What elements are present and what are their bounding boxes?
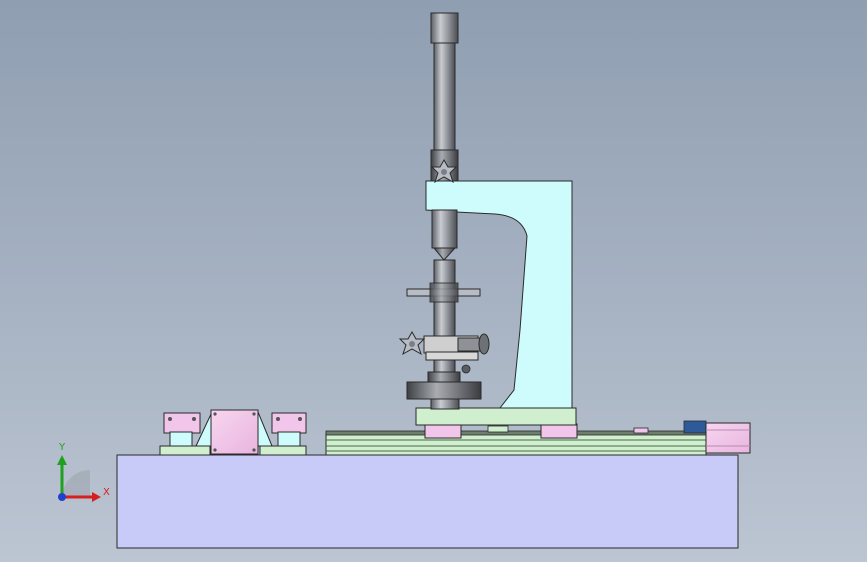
main-ram — [433, 42, 456, 154]
left-rail-assembly — [159, 409, 307, 456]
base-block — [116, 454, 739, 549]
lower-shaft — [433, 259, 456, 383]
press-assembly-drawing — [57, 12, 751, 549]
cad-viewport[interactable]: Y X — [0, 0, 867, 562]
coordinate-triad — [57, 455, 101, 502]
clamp-assembly — [423, 333, 490, 361]
upper-column — [430, 12, 459, 44]
slide-block-right — [540, 423, 578, 439]
punch-tip — [432, 247, 457, 261]
triad-x-label: X — [103, 487, 110, 498]
anvil-die — [406, 364, 482, 410]
triad-y-label: Y — [59, 442, 66, 453]
press-table-plate — [415, 407, 577, 426]
main-rail-plate — [325, 430, 707, 456]
slide-block-left — [424, 423, 462, 439]
lower-star-knob-icon[interactable] — [398, 330, 426, 356]
